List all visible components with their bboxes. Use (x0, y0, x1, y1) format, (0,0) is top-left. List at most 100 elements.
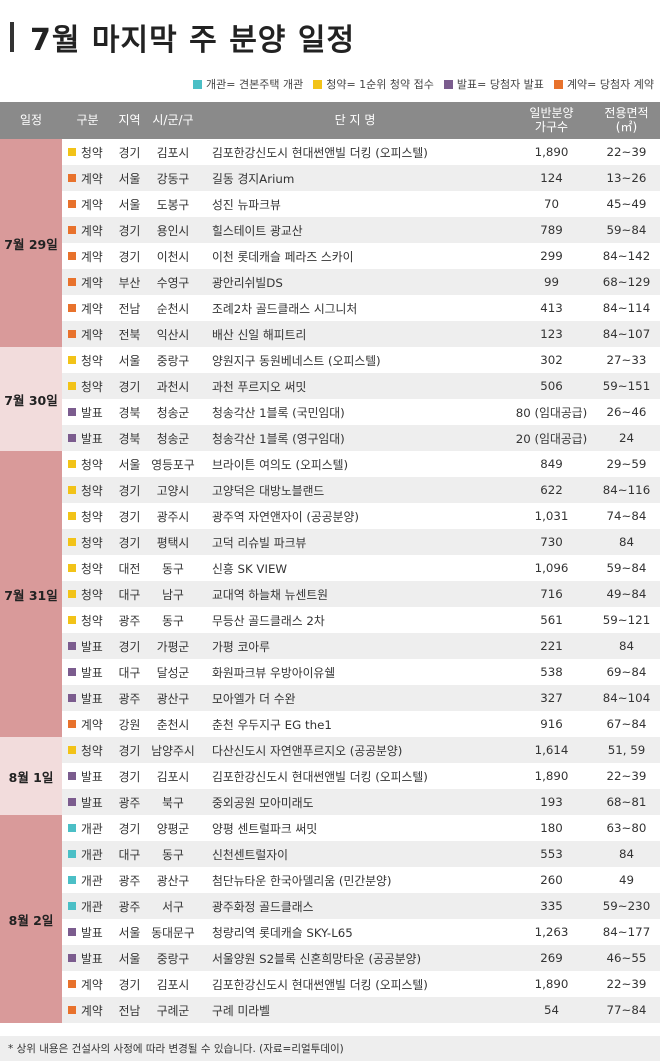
cell-area: 13~26 (606, 171, 647, 185)
type-square-icon (68, 954, 76, 962)
type-label: 청약 (81, 353, 103, 368)
cell-units: 20 (임대공급) (515, 431, 588, 446)
cell-city: 양평군 (156, 821, 190, 836)
cell-region: 서울 (118, 353, 141, 368)
cell-area: 51, 59 (607, 743, 646, 757)
title-accent-bar (10, 22, 14, 52)
cell-type: 계약 (62, 274, 113, 291)
table-row: 계약 전북 익산시 배산 신일 해피트리 123 84~107 (62, 321, 660, 347)
cell-area: 84 (618, 847, 634, 861)
header-name: 단 지 명 (334, 112, 376, 127)
cell-units: 1,096 (534, 561, 569, 575)
cell-name: 성진 뉴파크뷰 (212, 197, 281, 212)
table-row: 청약 대구 남구 교대역 하늘채 뉴센트원 716 49~84 (62, 581, 660, 607)
table-row: 청약 경기 남양주시 다산신도시 자연앤푸르지오 (공공분양) 1,614 51, 59 (62, 737, 660, 763)
table-row: 청약 경기 광주시 광주역 자연앤자이 (공공분양) 1,031 74~84 (62, 503, 660, 529)
cell-city: 도봉구 (156, 197, 190, 212)
cell-area: 46~55 (606, 951, 647, 965)
cell-area: 84~104 (602, 691, 651, 705)
date-cell: 7월 30일 (0, 347, 62, 451)
type-label: 계약 (81, 249, 103, 264)
type-label: 청약 (81, 457, 103, 472)
cell-city: 동구 (162, 847, 184, 862)
footnote: * 상위 내용은 건설사의 사정에 따라 변경될 수 있습니다. (자료=리얼투… (0, 1036, 660, 1061)
type-square-icon (68, 278, 76, 286)
cell-area: 67~84 (606, 717, 647, 731)
type-label: 청약 (81, 535, 103, 550)
cell-name: 광안리쉬빌DS (212, 275, 283, 290)
cell-units: 716 (540, 587, 563, 601)
type-label: 청약 (81, 561, 103, 576)
cell-name: 청량리역 롯데캐슬 SKY-L65 (212, 925, 353, 940)
legend-swatch-icon (553, 79, 563, 89)
cell-type: 발표 (62, 430, 113, 447)
cell-area: 24 (618, 431, 634, 445)
date-cell: 7월 29일 (0, 139, 62, 347)
cell-region: 경기 (118, 483, 141, 498)
type-square-icon (68, 356, 76, 364)
legend-label: 청약= 1순위 청약 접수 (326, 78, 434, 91)
cell-type: 발표 (62, 794, 113, 811)
cell-type: 계약 (62, 196, 113, 213)
cell-region: 경기 (118, 743, 141, 758)
cell-name: 고덕 리슈빌 파크뷰 (212, 535, 307, 550)
cell-city: 청송군 (156, 431, 190, 446)
cell-name: 양평 센트럴파크 써밋 (212, 821, 318, 836)
cell-area: 69~84 (606, 665, 647, 679)
legend-item: 발표= 당첨자 발표 (443, 76, 544, 92)
type-label: 발표 (81, 769, 103, 784)
cell-name: 신흥 SK VIEW (212, 561, 288, 576)
cell-area: 22~39 (606, 769, 647, 783)
cell-area: 63~80 (606, 821, 647, 835)
cell-region: 광주 (118, 613, 141, 628)
type-square-icon (68, 824, 76, 832)
cell-units: 1,614 (534, 743, 569, 757)
type-label: 발표 (81, 431, 103, 446)
cell-region: 경기 (118, 509, 141, 524)
cell-region: 경기 (118, 379, 141, 394)
cell-area: 29~59 (606, 457, 647, 471)
table-row: 청약 경기 평택시 고덕 리슈빌 파크뷰 730 84 (62, 529, 660, 555)
cell-city: 동대문구 (151, 925, 195, 940)
cell-units: 327 (540, 691, 563, 705)
cell-city: 광산구 (156, 691, 190, 706)
cell-city: 동구 (162, 613, 184, 628)
table-row: 청약 광주 동구 무등산 골드클래스 2차 561 59~121 (62, 607, 660, 633)
table-row: 발표 대구 달성군 화원파크뷰 우방아이유쉘 538 69~84 (62, 659, 660, 685)
cell-region: 경기 (118, 639, 141, 654)
cell-name: 청송각산 1블록 (영구임대) (212, 431, 345, 446)
cell-region: 광주 (118, 899, 141, 914)
table-row: 발표 경북 청송군 청송각산 1블록 (영구임대) 20 (임대공급) 24 (62, 425, 660, 451)
table-row: 청약 서울 중랑구 양원지구 동원베네스트 (오피스텔) 302 27~33 (62, 347, 660, 373)
type-label: 계약 (81, 275, 103, 290)
cell-units: 849 (540, 457, 563, 471)
cell-region: 광주 (118, 691, 141, 706)
type-label: 계약 (81, 171, 103, 186)
table-row: 계약 서울 강동구 길동 경지Arium 124 13~26 (62, 165, 660, 191)
type-square-icon (68, 694, 76, 702)
cell-units: 335 (540, 899, 563, 913)
cell-type: 청약 (62, 352, 113, 369)
type-label: 청약 (81, 145, 103, 160)
table-row: 계약 전남 구례군 구례 미라벨 54 77~84 (62, 997, 660, 1023)
cell-type: 계약 (62, 248, 113, 265)
cell-region: 경기 (118, 769, 141, 784)
type-square-icon (68, 174, 76, 182)
cell-area: 59~84 (606, 561, 647, 575)
cell-region: 대구 (118, 847, 141, 862)
cell-city: 달성군 (156, 665, 190, 680)
table-row: 계약 서울 도봉구 성진 뉴파크뷰 70 45~49 (62, 191, 660, 217)
cell-area: 68~129 (602, 275, 651, 289)
cell-units: 538 (540, 665, 563, 679)
cell-type: 청약 (62, 144, 113, 161)
cell-type: 청약 (62, 560, 113, 577)
cell-region: 서울 (118, 925, 141, 940)
type-label: 발표 (81, 925, 103, 940)
type-label: 발표 (81, 665, 103, 680)
cell-units: 124 (540, 171, 563, 185)
type-label: 계약 (81, 717, 103, 732)
header-date: 일정 (19, 112, 43, 127)
legend-label: 개관= 견본주택 개관 (206, 78, 304, 91)
cell-name: 힐스테이트 광교산 (212, 223, 303, 238)
cell-region: 부산 (118, 275, 141, 290)
